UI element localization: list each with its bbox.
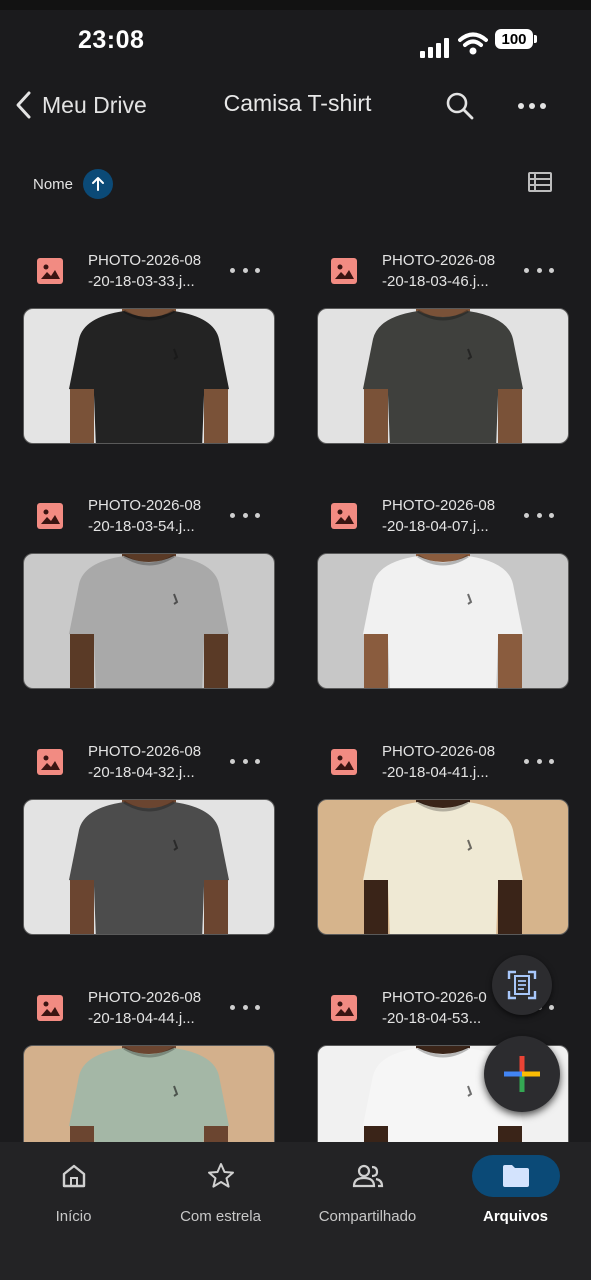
file-thumbnail[interactable] [23,308,275,444]
app-header: Meu Drive Camisa T-shirt [0,80,591,130]
image-file-icon [37,749,63,775]
file-name-line1: PHOTO-2026-08 [382,497,496,514]
file-name-line2: -20-18-04-07.j... [382,518,489,535]
file-name-line1: PHOTO-2026-08 [382,743,496,760]
status-time: 23:08 [78,26,145,54]
file-name-line2: -20-18-04-53... [382,1010,482,1027]
image-file-icon [37,995,63,1021]
file-more-button[interactable] [230,999,260,1015]
status-bar: 23:08 100 [0,10,591,70]
file-name-line2: -20-18-03-54.j... [88,518,195,535]
nav-home[interactable]: Início [0,1142,147,1242]
arrow-up-icon [92,177,105,191]
image-file-icon [331,258,357,284]
file-more-button[interactable] [230,507,260,523]
battery-indicator: 100 [495,29,537,51]
file-name-line1: PHOTO-2026-08 [88,989,202,1006]
people-icon [352,1164,383,1188]
file-more-button[interactable] [524,262,554,278]
file-header: PHOTO-2026-08 -20-18-04-44.j... [23,977,275,1037]
home-icon [62,1164,85,1188]
list-view-toggle[interactable] [528,172,552,197]
page-title: Camisa T-shirt [223,90,372,116]
file-thumbnail[interactable] [317,553,569,689]
top-edge [0,0,591,10]
image-file-icon [37,503,63,529]
nav-files[interactable]: Arquivos [442,1142,589,1242]
wifi-icon [458,32,488,55]
file-name: PHOTO-2026-08 -20-18-04-07.j... [382,495,517,537]
nav-starred[interactable]: Com estrela [147,1142,294,1242]
file-more-button[interactable] [230,262,260,278]
file-name: PHOTO-2026-08 -20-18-04-41.j... [382,741,517,783]
scan-button[interactable] [492,955,552,1015]
file-name: PHOTO-2026-08 -20-18-03-46.j... [382,250,517,292]
chevron-left-icon [16,91,31,119]
file-thumbnail[interactable] [317,308,569,444]
search-button[interactable] [440,86,480,126]
file-thumbnail[interactable] [317,799,569,935]
new-button[interactable] [484,1036,560,1112]
cellular-signal-icon [420,38,449,58]
nav-files-label: Arquivos [482,1208,548,1225]
file-name: PHOTO-2026-08 -20-18-04-44.j... [88,987,223,1029]
plus-icon [504,1056,540,1092]
file-more-button[interactable] [230,753,260,769]
file-header: PHOTO-2026-08 -20-18-03-46.j... [317,240,569,300]
sort-control[interactable]: Nome [33,168,114,200]
file-name-line1: PHOTO-2026-08 [88,252,202,269]
nav-shared-label: Compartilhado [318,1208,417,1225]
file-header: PHOTO-2026-08 -20-18-04-41.j... [317,731,569,791]
file-more-button[interactable] [524,753,554,769]
list-view-icon [528,172,552,192]
folder-icon [502,1165,529,1187]
back-button[interactable]: Meu Drive [14,88,147,122]
nav-files-active-indicator [471,1155,560,1197]
file-header: PHOTO-2026-08 -20-18-04-07.j... [317,485,569,545]
file-name: PHOTO-2026-08 -20-18-03-54.j... [88,495,223,537]
image-file-icon [37,258,63,284]
bottom-navigation: Início Com estrela Compartilhado Arquivo… [0,1142,591,1280]
file-header: PHOTO-2026-08 -20-18-03-54.j... [23,485,275,545]
file-name: PHOTO-2026-08 -20-18-04-32.j... [88,741,223,783]
battery-level: 100 [501,31,527,48]
file-name-line2: -20-18-04-44.j... [88,1010,195,1027]
file-more-button[interactable] [524,507,554,523]
file-name-line2: -20-18-04-41.j... [382,764,489,781]
image-file-icon [331,503,357,529]
nav-starred-label: Com estrela [180,1208,261,1225]
image-file-icon [331,749,357,775]
nav-shared[interactable]: Compartilhado [294,1142,441,1242]
file-thumbnail[interactable] [23,553,275,689]
more-horizontal-icon [518,103,546,109]
file-name-line1: PHOTO-2026-08 [382,252,496,269]
file-name-line2: -20-18-03-33.j... [88,273,195,290]
nav-home-label: Início [55,1208,92,1225]
file-header: PHOTO-2026-08 -20-18-04-32.j... [23,731,275,791]
star-icon [207,1163,234,1188]
file-name-line2: -20-18-04-32.j... [88,764,195,781]
sort-label: Nome [33,175,74,193]
more-options-button[interactable] [512,86,552,126]
file-thumbnail[interactable] [23,799,275,935]
document-scan-icon [507,970,537,1000]
file-name-line1: PHOTO-2026-08 [88,743,202,760]
file-name-line2: -20-18-03-46.j... [382,273,489,290]
file-name-line1: PHOTO-2026-08 [88,497,202,514]
file-header: PHOTO-2026-08 -20-18-03-33.j... [23,240,275,300]
sort-direction-button[interactable] [83,169,114,199]
file-name: PHOTO-2026-08 -20-18-03-33.j... [88,250,223,292]
search-icon [446,92,474,120]
back-label: Meu Drive [42,91,147,118]
image-file-icon [331,995,357,1021]
